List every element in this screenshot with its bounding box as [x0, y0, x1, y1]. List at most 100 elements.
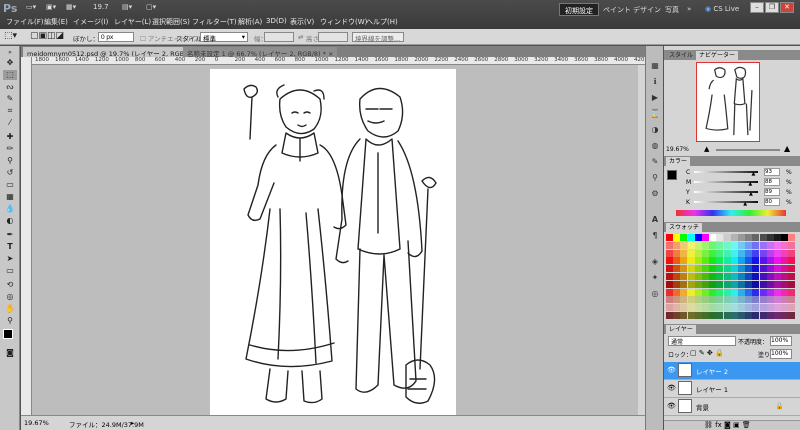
swatch[interactable]: [774, 273, 781, 280]
3d-panel-icon[interactable]: ◈: [649, 256, 661, 267]
swatch[interactable]: [680, 296, 688, 304]
swatch[interactable]: [759, 249, 767, 257]
swatch[interactable]: [752, 265, 760, 273]
swatch[interactable]: [716, 249, 724, 257]
swatch[interactable]: [730, 241, 738, 249]
canvas-area[interactable]: [32, 65, 638, 415]
marquee-tool-preset-icon[interactable]: ⬚▾: [4, 31, 17, 41]
swatch[interactable]: [694, 288, 702, 296]
swatch[interactable]: [738, 249, 745, 257]
tab-document-1[interactable]: meidomnym0512.psd @ 19.7% (レイヤー 2, RGB/8…: [23, 47, 210, 58]
crop-tool-icon[interactable]: ⌗: [3, 106, 17, 116]
swatch[interactable]: [759, 265, 767, 273]
swatch[interactable]: [709, 265, 717, 273]
color-spectrum-bar[interactable]: [676, 210, 786, 216]
swatch[interactable]: [709, 249, 717, 257]
swatch[interactable]: [723, 265, 731, 273]
swatch[interactable]: [774, 249, 781, 257]
swatch[interactable]: [752, 273, 760, 280]
menu-select[interactable]: 選択範囲(S): [152, 17, 190, 27]
swatch[interactable]: [738, 288, 745, 296]
swatch[interactable]: [781, 288, 789, 296]
move-tool-icon[interactable]: ✥: [3, 58, 17, 68]
swatch[interactable]: [716, 273, 724, 280]
swatch[interactable]: [680, 304, 688, 312]
swatch[interactable]: [694, 280, 702, 288]
menu-3d[interactable]: 3D(D): [266, 17, 287, 25]
swatch[interactable]: [788, 312, 796, 319]
swatch[interactable]: [716, 241, 724, 249]
swatch[interactable]: [774, 296, 781, 304]
feather-input[interactable]: [98, 32, 134, 42]
rect-marquee-tool-icon[interactable]: ⬚: [3, 70, 17, 80]
3d-camera-tool-icon[interactable]: ◎: [3, 292, 17, 302]
slider-thumb-icon[interactable]: ▲: [752, 171, 756, 177]
swatch[interactable]: [745, 273, 753, 280]
swatch[interactable]: [738, 273, 745, 280]
swatch[interactable]: [709, 312, 717, 319]
healing-brush-tool-icon[interactable]: ✚: [3, 132, 17, 142]
swatch[interactable]: [759, 257, 767, 265]
minimize-button[interactable]: –: [750, 2, 764, 13]
shape-tool-icon[interactable]: ▭: [3, 266, 17, 276]
tab-styles[interactable]: スタイル: [666, 51, 696, 60]
swatch[interactable]: [730, 280, 738, 288]
swatch[interactable]: [723, 304, 731, 312]
zoom-level[interactable]: 19.7: [93, 3, 109, 15]
swatch[interactable]: [730, 304, 738, 312]
brushes-panel-icon[interactable]: ✎: [649, 156, 661, 167]
menu-filter[interactable]: フィルター(T): [192, 17, 237, 27]
menu-help[interactable]: ヘルプ(H): [366, 17, 398, 27]
swatch[interactable]: [745, 288, 753, 296]
swatch[interactable]: [687, 296, 695, 304]
layer-row[interactable]: 👁 レイヤー 2: [664, 362, 800, 380]
swatch[interactable]: [752, 257, 760, 265]
swatch[interactable]: [730, 265, 738, 273]
adjustments-panel-icon[interactable]: ◑: [649, 124, 661, 135]
character-panel-icon[interactable]: A: [649, 214, 661, 225]
swatch[interactable]: [781, 304, 789, 312]
minibridge-icon[interactable]: ▣▾: [46, 3, 56, 15]
swatch[interactable]: [687, 257, 695, 265]
workspace-essentials[interactable]: 初期設定: [559, 3, 599, 16]
arrange-documents-icon[interactable]: ▤▾: [122, 3, 132, 15]
menu-window[interactable]: ウィンドウ(W): [320, 17, 367, 27]
swatch[interactable]: [694, 234, 702, 241]
pen-tool-icon[interactable]: ✒: [3, 230, 17, 240]
swatch[interactable]: [730, 273, 738, 280]
swatch[interactable]: [774, 312, 781, 319]
slider-track[interactable]: [694, 201, 758, 203]
swatch[interactable]: [680, 273, 688, 280]
width-input[interactable]: [264, 32, 294, 42]
swatch[interactable]: [673, 273, 681, 280]
height-input[interactable]: [318, 32, 348, 42]
swatch[interactable]: [666, 234, 673, 241]
swatch[interactable]: [759, 304, 767, 312]
swatch[interactable]: [766, 257, 774, 265]
swatch[interactable]: [752, 234, 760, 241]
foreground-color-swatch[interactable]: [3, 329, 13, 339]
swatch[interactable]: [788, 273, 796, 280]
swatch[interactable]: [738, 265, 745, 273]
channels-panel-icon[interactable]: ◎: [649, 288, 661, 299]
lasso-tool-icon[interactable]: ᔓ: [3, 82, 17, 92]
swatch[interactable]: [788, 249, 796, 257]
slider-thumb-icon[interactable]: ▲: [749, 191, 753, 197]
swatch[interactable]: [781, 257, 789, 265]
swatch[interactable]: [702, 312, 709, 319]
swatch[interactable]: [694, 249, 702, 257]
swatch[interactable]: [759, 288, 767, 296]
swatch[interactable]: [673, 257, 681, 265]
swatch[interactable]: [702, 273, 709, 280]
swatch[interactable]: [752, 288, 760, 296]
slider-value[interactable]: 88: [764, 178, 780, 186]
swatch[interactable]: [687, 288, 695, 296]
swatch[interactable]: [781, 249, 789, 257]
swatch[interactable]: [788, 257, 796, 265]
refine-edge-button[interactable]: 境界線を調整...: [352, 32, 404, 43]
menu-analysis[interactable]: 解析(A): [238, 17, 262, 27]
hand-tool-icon[interactable]: ✋: [3, 304, 17, 314]
menu-image[interactable]: イメージ(I): [73, 17, 108, 27]
blur-tool-icon[interactable]: 💧: [3, 204, 17, 214]
swatch[interactable]: [730, 288, 738, 296]
